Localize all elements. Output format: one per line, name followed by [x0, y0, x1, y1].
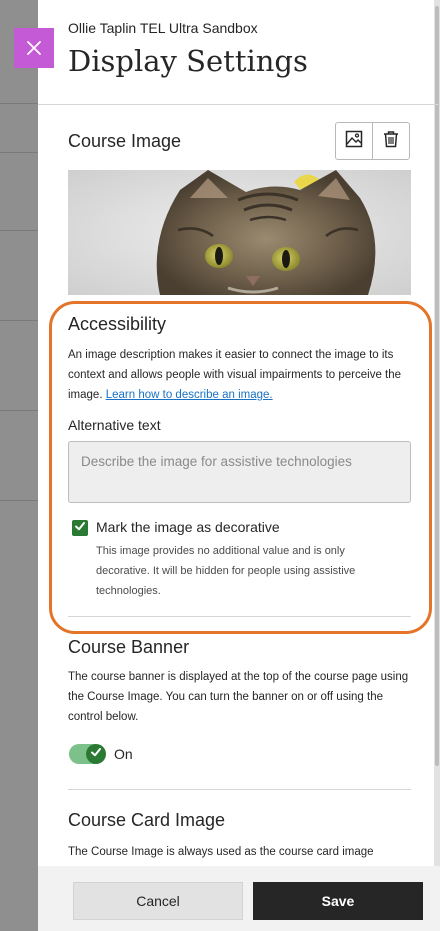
check-icon: [74, 519, 86, 537]
background-page: [0, 0, 38, 931]
course-image-heading: Course Image: [68, 131, 182, 151]
accessibility-heading: Accessibility: [68, 314, 167, 334]
background-divider: [0, 320, 38, 321]
scrollbar-thumb[interactable]: [435, 6, 439, 766]
image-actions: [335, 122, 410, 160]
background-divider: [0, 152, 38, 153]
section-divider: [68, 616, 411, 617]
course-banner-description: The course banner is displayed at the to…: [68, 671, 409, 723]
close-icon: [26, 40, 42, 56]
image-icon: [345, 130, 363, 153]
background-divider: [0, 500, 38, 501]
accessibility-intro: An image description makes it easier to …: [68, 345, 414, 405]
learn-describe-image-link[interactable]: Learn how to describe an image.: [106, 389, 273, 401]
course-name: Ollie Taplin TEL Ultra Sandbox: [68, 20, 258, 36]
banner-toggle[interactable]: [69, 744, 106, 764]
course-card-description: The Course Image is always used as the c…: [68, 846, 374, 858]
header-divider: [38, 104, 440, 105]
course-card-heading: Course Card Image: [68, 810, 226, 830]
delete-image-button[interactable]: [372, 123, 409, 159]
alt-text-label: Alternative text: [68, 417, 161, 433]
trash-icon: [382, 130, 400, 153]
check-icon: [90, 745, 102, 763]
save-button[interactable]: Save: [253, 882, 423, 920]
decorative-checkbox[interactable]: [72, 520, 88, 536]
course-image: [68, 170, 411, 295]
background-divider: [0, 410, 38, 411]
banner-toggle-state: On: [114, 746, 133, 762]
course-banner-heading: Course Banner: [68, 637, 190, 657]
background-divider: [0, 103, 38, 104]
decorative-checkbox-label[interactable]: Mark the image as decorative: [96, 519, 280, 535]
replace-image-button[interactable]: [336, 123, 372, 159]
decorative-help-text: This image provides no additional value …: [96, 545, 356, 597]
cat-photo: [68, 170, 411, 295]
toggle-knob: [86, 744, 106, 764]
background-divider: [0, 230, 38, 231]
section-divider: [68, 789, 411, 790]
close-button[interactable]: [14, 28, 54, 68]
page-title: Display Settings: [68, 44, 308, 78]
alt-text-input[interactable]: [68, 441, 411, 503]
cancel-button[interactable]: Cancel: [73, 882, 243, 920]
scrollbar[interactable]: [434, 0, 440, 931]
